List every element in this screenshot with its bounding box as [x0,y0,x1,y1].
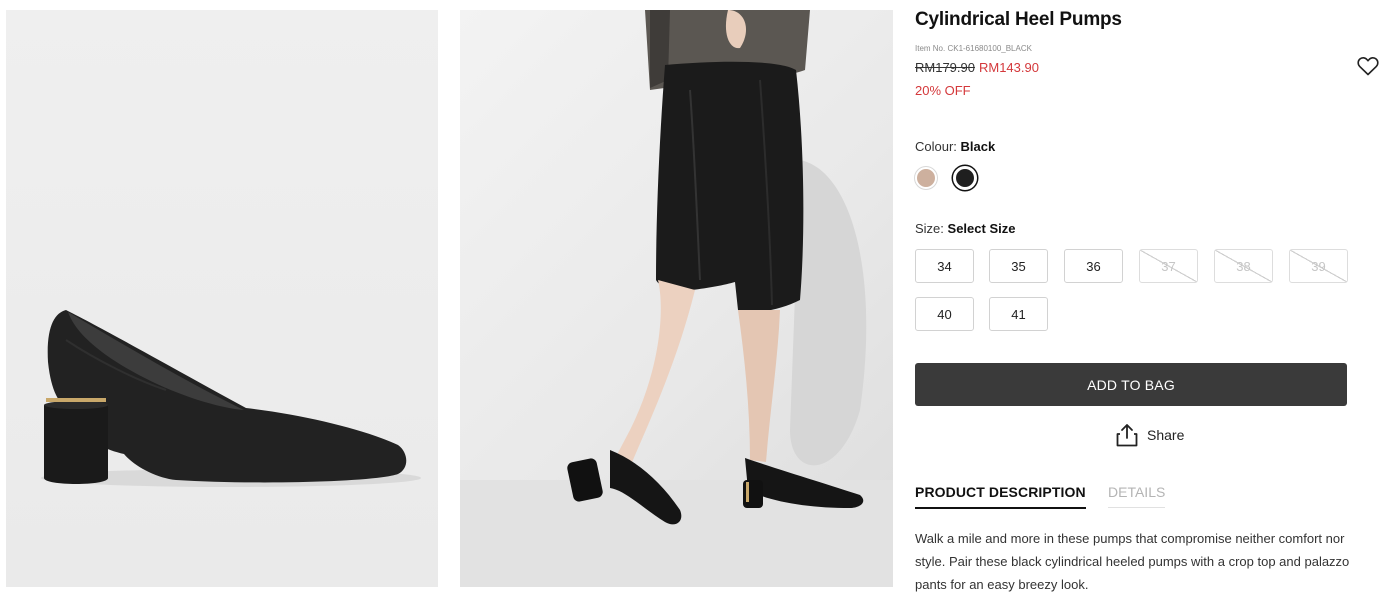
colour-label: Colour: Black [915,139,995,154]
price-row: RM179.90 RM143.90 [915,60,1039,75]
share-label: Share [1147,427,1185,443]
tab-details[interactable]: DETAILS [1108,484,1166,508]
size-option-41[interactable]: 41 [989,297,1048,331]
tab-product-description[interactable]: PRODUCT DESCRIPTION [915,484,1086,509]
item-number: Item No. CK1-61680100_BLACK [915,44,1032,53]
size-option-39[interactable]: 39 [1289,249,1348,283]
selected-colour: Black [960,139,996,154]
colour-swatch-beige[interactable] [915,167,937,189]
colour-swatch-black[interactable] [953,166,977,190]
size-option-34[interactable]: 34 [915,249,974,283]
share-button[interactable]: Share [1116,423,1184,447]
discount-badge: 20% OFF [915,83,971,98]
size-option-35[interactable]: 35 [989,249,1048,283]
size-label-text: Size: [915,221,944,236]
heart-icon [1357,57,1379,76]
sale-price: RM143.90 [978,60,1039,75]
add-to-bag-button[interactable]: ADD TO BAG [915,363,1347,406]
product-title: Cylindrical Heel Pumps [915,9,1122,30]
share-icon [1116,424,1138,447]
original-price: RM179.90 [915,60,975,75]
colour-label-text: Colour: [915,139,957,154]
wishlist-button[interactable] [1356,54,1380,78]
product-description-text: Walk a mile and more in these pumps that… [915,531,1350,592]
selected-size: Select Size [947,221,1016,236]
size-option-40[interactable]: 40 [915,297,974,331]
model-wearing-pumps-image [460,10,893,587]
size-option-36[interactable]: 36 [1064,249,1123,283]
shoe-side-view-image [41,310,421,487]
size-option-38[interactable]: 38 [1214,249,1273,283]
product-image-main[interactable] [6,10,438,587]
product-image-model[interactable] [460,10,893,587]
size-label: Size: Select Size [915,221,1015,236]
size-option-37[interactable]: 37 [1139,249,1198,283]
product-info-panel: Cylindrical Heel Pumps Item No. CK1-6168… [915,0,1379,601]
